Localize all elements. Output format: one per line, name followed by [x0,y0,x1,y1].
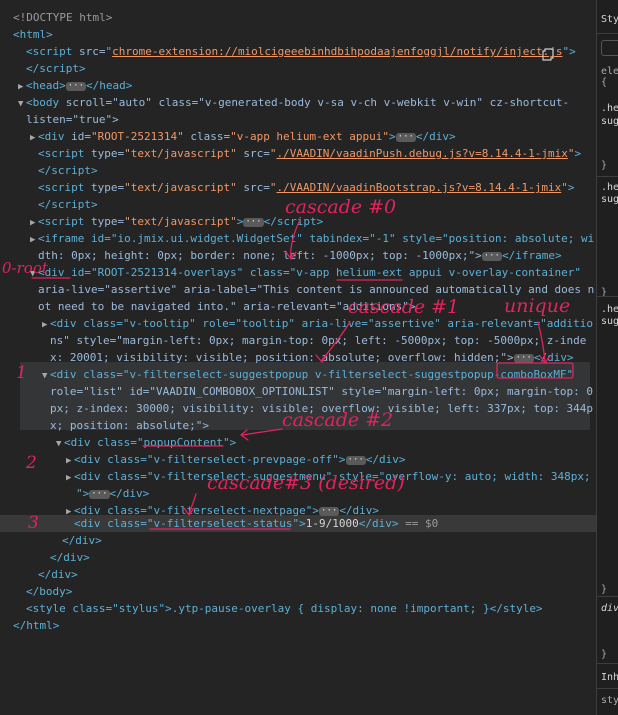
styles-brace: } [601,584,608,595]
styles-element-label: ele [601,66,618,77]
styles-selector[interactable]: sug [601,116,618,127]
annotation-cascade3: cascade#3 (desired) [207,472,405,494]
annotation-overlay [31,219,574,530]
styles-selector[interactable]: sty [601,695,618,706]
styles-brace: } [601,649,608,660]
annotation-one: 1 [16,363,27,383]
divider [597,596,618,597]
styles-brace: } [601,160,608,171]
divider [597,33,618,34]
styles-selector[interactable]: .he [601,182,618,193]
styles-selector[interactable]: sug [601,194,618,205]
filter-input[interactable] [601,40,618,56]
styles-selector[interactable]: .he [601,304,618,315]
styles-selector[interactable]: div [601,603,618,614]
styles-inherited-label: Inh [601,672,618,683]
styles-pane[interactable]: Sty ele { .he sug } .he sug } .he sug } … [596,0,618,715]
styles-brace: { [601,77,608,88]
annotation-cascade0: cascade #0 [285,196,397,218]
annotation-three: 3 [28,513,39,533]
annotation-cascade1: cascade #1 [348,296,460,318]
annotation-unique: unique [504,295,571,317]
divider [597,176,618,177]
styles-selector[interactable]: .he [601,103,618,114]
divider [597,688,618,689]
styles-tab[interactable]: Sty [601,14,618,25]
styles-selector[interactable]: sug [601,316,618,327]
annotation-cascade2: cascade #2 [282,409,394,431]
annotation-root: 0-root [2,259,48,277]
elements-panel[interactable]: <!DOCTYPE html> <html> <script src="chro… [0,0,596,715]
divider [597,663,618,664]
annotation-two: 2 [26,453,37,473]
divider [597,296,618,297]
